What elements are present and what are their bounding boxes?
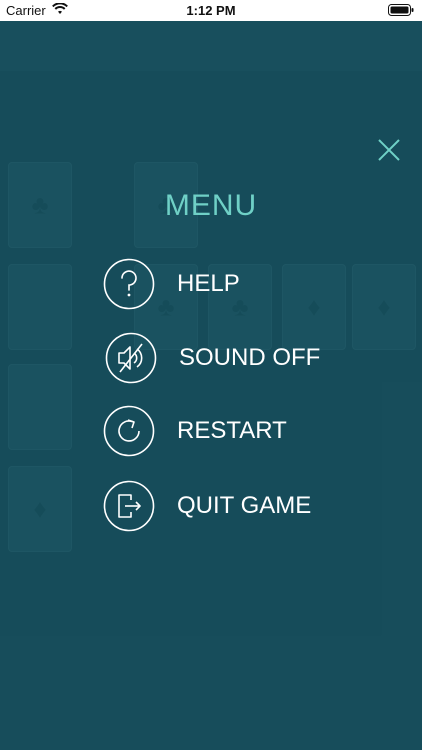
restart-label: RESTART (177, 417, 287, 444)
sound-off-label: SOUND OFF (179, 344, 321, 371)
quit-game-button[interactable]: QUIT GAME (103, 480, 363, 532)
help-icon (103, 258, 155, 310)
status-bar: Carrier 1:12 PM (0, 0, 422, 21)
menu-title: MENU (164, 189, 258, 222)
quit-game-label: QUIT GAME (177, 492, 312, 519)
sound-off-icon (105, 332, 157, 384)
menu-overlay (0, 21, 422, 750)
restart-icon (103, 405, 155, 457)
restart-button[interactable]: RESTART (103, 405, 363, 457)
quit-icon (103, 480, 155, 532)
battery-icon (388, 4, 414, 16)
help-button[interactable]: HELP (103, 258, 363, 310)
help-label: HELP (177, 270, 240, 297)
clock: 1:12 PM (186, 3, 236, 18)
sound-off-button[interactable]: SOUND OFF (103, 332, 363, 384)
close-icon[interactable] (374, 135, 404, 165)
